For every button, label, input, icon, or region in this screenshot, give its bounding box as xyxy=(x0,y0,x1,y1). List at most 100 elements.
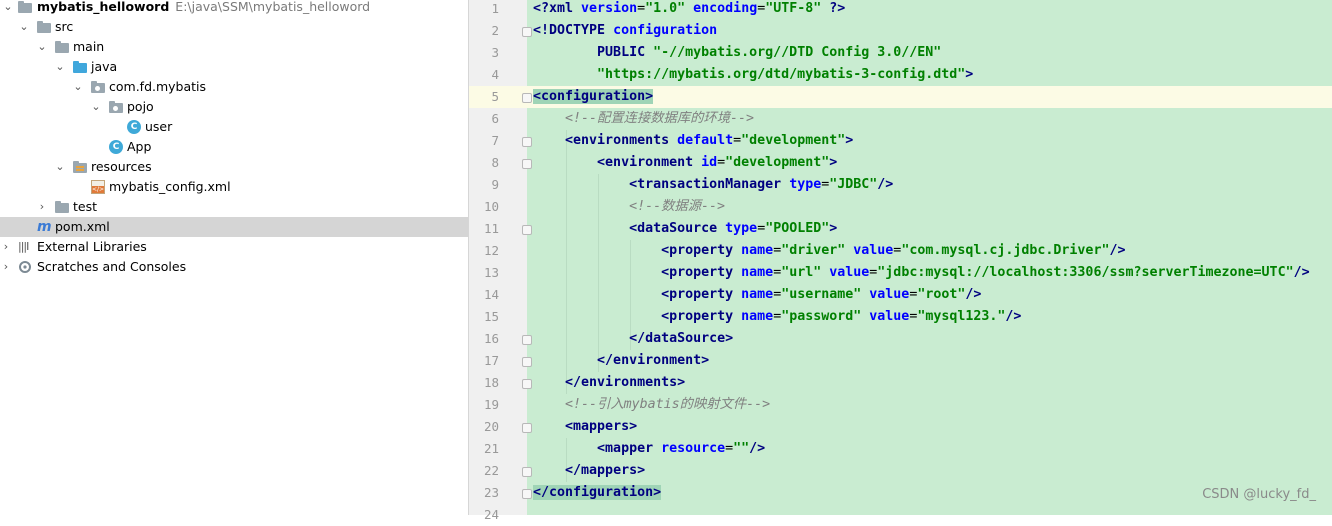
resources-folder-icon xyxy=(73,161,87,173)
tree-item-mybatis-config[interactable]: mybatis_config.xml xyxy=(0,177,468,197)
code-line[interactable]: <property name="driver" value="com.mysql… xyxy=(533,240,1125,262)
code-token: "jdbc:mysql://localhost:3306/ssm?serverT… xyxy=(877,265,1294,280)
tree-item-scratches[interactable]: › Scratches and Consoles xyxy=(0,257,468,277)
code-token: = xyxy=(773,287,782,302)
code-token: /> xyxy=(1293,265,1310,280)
tree-item-java[interactable]: ⌄ java xyxy=(0,57,468,77)
code-line[interactable]: </environment> xyxy=(533,350,709,372)
code-token: "UTF-8" xyxy=(765,1,822,16)
chevron-right-icon[interactable]: › xyxy=(0,237,12,257)
tree-item-app[interactable]: C App xyxy=(0,137,468,157)
code-line[interactable]: <property name="username" value="root"/> xyxy=(533,284,981,306)
code-line[interactable]: <!--引入mybatis的映射文件--> xyxy=(533,394,770,416)
tree-item-package[interactable]: ⌄ com.fd.mybatis xyxy=(0,77,468,97)
chevron-right-icon[interactable]: › xyxy=(36,197,48,217)
fold-marker-icon[interactable] xyxy=(522,137,532,147)
fold-marker-icon[interactable] xyxy=(522,467,532,477)
code-line[interactable]: <!--数据源--> xyxy=(533,196,725,218)
code-line[interactable]: <environment id="development"> xyxy=(533,152,837,174)
line-number: 19 xyxy=(483,397,499,412)
code-token: value xyxy=(853,243,894,258)
fold-marker-icon[interactable] xyxy=(522,335,532,345)
code-token: </mappers> xyxy=(565,463,646,478)
fold-marker-icon[interactable] xyxy=(522,225,532,235)
tree-item-user[interactable]: C user xyxy=(0,117,468,137)
code-line[interactable]: "https://mybatis.org/dtd/mybatis-3-confi… xyxy=(533,64,973,86)
code-token: <mappers> xyxy=(565,419,638,434)
chevron-down-icon[interactable]: ⌄ xyxy=(72,77,84,97)
code-line[interactable]: <property name="url" value="jdbc:mysql:/… xyxy=(533,262,1310,284)
code-token: <!--配置连接数据库的环境--> xyxy=(565,111,755,126)
fold-marker-icon[interactable] xyxy=(522,489,532,499)
code-token: = xyxy=(725,441,734,456)
code-token: = xyxy=(773,243,782,258)
code-line[interactable]: <environments default="development"> xyxy=(533,130,853,152)
fold-marker-icon[interactable] xyxy=(522,423,532,433)
code-line[interactable]: <configuration> xyxy=(533,86,654,108)
watermark: CSDN @lucky_fd_ xyxy=(1202,487,1316,502)
code-line[interactable]: PUBLIC "-//mybatis.org//DTD Config 3.0//… xyxy=(533,42,941,64)
line-number: 13 xyxy=(483,265,499,280)
fold-marker-icon[interactable] xyxy=(522,357,532,367)
code-line[interactable]: </mappers> xyxy=(533,460,645,482)
package-icon xyxy=(91,81,105,93)
chevron-down-icon[interactable]: ⌄ xyxy=(54,157,66,177)
tree-item-pom[interactable]: m pom.xml xyxy=(0,217,468,237)
code-line[interactable]: <!--配置连接数据库的环境--> xyxy=(533,108,754,130)
code-line[interactable]: <?xml version="1.0" encoding="UTF-8" ?> xyxy=(533,0,845,20)
code-token: <environment xyxy=(597,155,702,170)
code-line[interactable]: <transactionManager type="JDBC"/> xyxy=(533,174,893,196)
tree-item-test[interactable]: › test xyxy=(0,197,468,217)
line-number: 22 xyxy=(483,463,499,478)
chevron-down-icon[interactable]: ⌄ xyxy=(18,17,30,37)
code-line[interactable]: </configuration> xyxy=(533,482,662,504)
code-token: <!--引入mybatis的映射文件--> xyxy=(565,397,771,412)
line-number: 7 xyxy=(491,133,499,148)
line-number: 24 xyxy=(483,507,499,522)
fold-marker-icon[interactable] xyxy=(522,27,532,37)
line-number: 2 xyxy=(491,23,499,38)
code-line[interactable]: <property name="password" value="mysql12… xyxy=(533,306,1021,328)
code-token: </dataSource> xyxy=(629,331,734,346)
code-token: /> xyxy=(965,287,982,302)
code-token: "password" xyxy=(781,309,862,324)
chevron-down-icon[interactable]: ⌄ xyxy=(54,57,66,77)
code-line[interactable]: </dataSource> xyxy=(533,328,733,350)
tree-item-main[interactable]: ⌄ main xyxy=(0,37,468,57)
fold-marker-icon[interactable] xyxy=(522,93,532,103)
module-folder-icon xyxy=(18,1,32,13)
tree-item-label: mybatis_config.xml xyxy=(109,179,231,194)
chevron-down-icon[interactable]: ⌄ xyxy=(36,37,48,57)
code-token: version xyxy=(581,1,638,16)
code-line[interactable]: <dataSource type="POOLED"> xyxy=(533,218,837,240)
code-token: = xyxy=(637,1,646,16)
chevron-right-icon[interactable]: › xyxy=(0,257,12,277)
code-token: value xyxy=(869,309,910,324)
tree-item-resources[interactable]: ⌄ resources xyxy=(0,157,468,177)
tree-item-project[interactable]: ⌄ mybatis_helloword E:\java\SSM\mybatis_h… xyxy=(0,0,468,17)
code-line[interactable]: <mapper resource=""/> xyxy=(533,438,765,460)
code-token: > xyxy=(829,155,838,170)
code-line[interactable]: <mappers> xyxy=(533,416,637,438)
fold-marker-icon[interactable] xyxy=(522,159,532,169)
tree-item-src[interactable]: ⌄ src xyxy=(0,17,468,37)
code-token: resource xyxy=(661,441,726,456)
code-line[interactable]: </environments> xyxy=(533,372,685,394)
code-line[interactable]: <!DOCTYPE configuration xyxy=(533,20,717,42)
code-token: default xyxy=(677,133,734,148)
code-token: id xyxy=(701,155,718,170)
chevron-down-icon[interactable]: ⌄ xyxy=(2,0,14,17)
chevron-down-icon[interactable]: ⌄ xyxy=(90,97,102,117)
code-token: "url" xyxy=(781,265,822,280)
tree-item-external-libraries[interactable]: › |||I External Libraries xyxy=(0,237,468,257)
fold-marker-icon[interactable] xyxy=(522,379,532,389)
tree-item-pojo[interactable]: ⌄ pojo xyxy=(0,97,468,117)
tree-item-label: Scratches and Consoles xyxy=(37,259,187,274)
line-number: 17 xyxy=(483,353,499,368)
